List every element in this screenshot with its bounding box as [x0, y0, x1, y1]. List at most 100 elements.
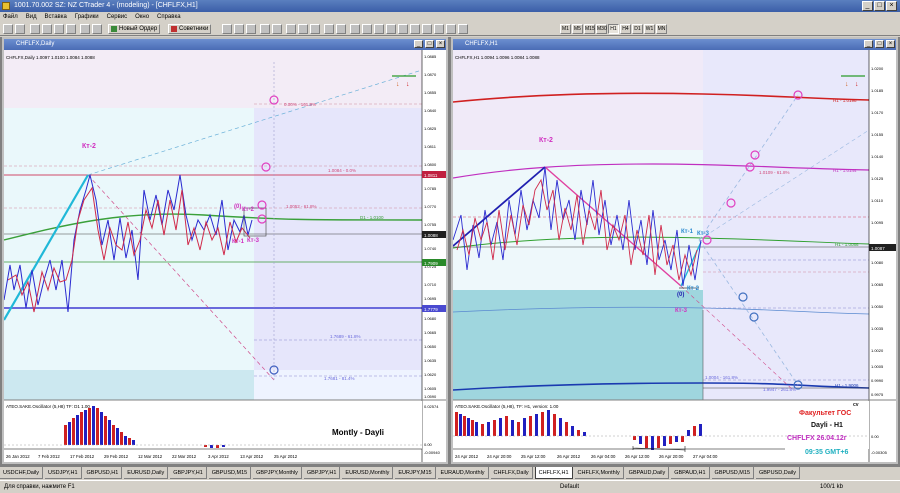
daily-chart-canvas[interactable]: Кт-2 (0) Кт-1 Кт-3 Кт-2 0.00% - 161.8% 1…: [3, 50, 446, 462]
tf-m15-button[interactable]: M15: [584, 24, 595, 34]
symbol-tab[interactable]: USDCHF,Daily: [0, 467, 44, 479]
symbol-tab[interactable]: CHFLFX,Monthly: [574, 467, 624, 479]
status-bar: Для справки, нажмите F1 Default 100/1 kb: [0, 480, 900, 493]
symbol-tab[interactable]: GBPUSD,H1: [83, 467, 123, 479]
chart-minimize-button[interactable]: _: [414, 40, 423, 48]
candles-icon[interactable]: [234, 24, 244, 34]
chart-window-daily[interactable]: CHFLFX,Daily _ □ × Кт-2 (0) Кт-1 Кт-3 Кт…: [2, 37, 448, 464]
chart-close-button[interactable]: ×: [886, 40, 895, 48]
symbol-tab[interactable]: EURJPY,M15: [395, 467, 436, 479]
tile-icon[interactable]: [286, 24, 296, 34]
templates-icon[interactable]: [336, 24, 346, 34]
chart-window-titlebar[interactable]: CHFLFX,H1 _ □ ×: [453, 39, 896, 50]
tester-icon[interactable]: [80, 24, 90, 34]
chart-maximize-button[interactable]: □: [425, 40, 434, 48]
tf-h4-button[interactable]: H4: [620, 24, 631, 34]
chart-caption: Montly - Dayli: [332, 428, 384, 437]
menu-view[interactable]: Вид: [23, 12, 40, 22]
chart-header: CHFLFX,Daily 1.0097 1.0100 1.0084 1.0088: [6, 55, 95, 60]
vline-icon[interactable]: [374, 24, 384, 34]
svg-text:1.0665: 1.0665: [424, 330, 437, 335]
indicators-icon[interactable]: [310, 24, 320, 34]
symbol-tab[interactable]: GBPUSD,M15: [711, 467, 755, 479]
chart-window-title: CHFLFX,H1: [465, 41, 498, 47]
tf-d1-button[interactable]: D1: [632, 24, 643, 34]
trendline-icon[interactable]: [398, 24, 408, 34]
hline-icon[interactable]: [386, 24, 396, 34]
menu-charts[interactable]: Графики: [72, 12, 102, 22]
tf-h1-button[interactable]: H1: [608, 24, 619, 34]
h1-chart-canvas[interactable]: Кт-2 Кт-1 Кт-3 (0) Кт-2 Кт-3 H1 - 1.0198…: [452, 50, 896, 462]
navigator-icon[interactable]: [54, 24, 64, 34]
symbol-tab[interactable]: GBPUSD,M15: [208, 467, 252, 479]
down-arrow-icon: ↓: [396, 81, 400, 88]
chart-window-titlebar[interactable]: CHFLFX,Daily _ □ ×: [4, 39, 446, 50]
symbol-tab[interactable]: GBPJPY,H1: [170, 467, 207, 479]
terminal-icon[interactable]: [66, 24, 76, 34]
symbol-tab[interactable]: GBPUSD,Daily: [755, 467, 800, 479]
chart-maximize-button[interactable]: □: [875, 40, 884, 48]
svg-text:1.0825: 1.0825: [424, 126, 437, 131]
caption-time: 09:35 GMT+6: [805, 449, 848, 456]
new-order-button[interactable]: Новый Ордер: [108, 24, 161, 34]
periods-icon[interactable]: [324, 24, 334, 34]
profiles-icon[interactable]: [15, 24, 25, 34]
text-icon[interactable]: [434, 24, 444, 34]
level-label: 1.0004 - 161.8%: [705, 375, 738, 380]
channel-icon[interactable]: [410, 24, 420, 34]
new-chart-icon[interactable]: [3, 24, 13, 34]
chart-close-button[interactable]: ×: [436, 40, 445, 48]
arrows-icon[interactable]: [458, 24, 468, 34]
wave-label-kt2b: Кт-2: [687, 286, 700, 292]
minimize-button[interactable]: _: [862, 1, 873, 11]
symbol-tab[interactable]: USDJPY,H1: [45, 467, 82, 479]
mdi-workspace: CHFLFX,Daily _ □ × Кт-2 (0) Кт-1 Кт-3 Кт…: [0, 37, 900, 466]
chart-minimize-button[interactable]: _: [864, 40, 873, 48]
level-label: 1.7689 - 61.8%: [330, 334, 361, 339]
window-titlebar: 1001.70.002 SZ: NZ CTrader 4 - (modeling…: [0, 0, 900, 12]
status-traffic: 100/1 kb: [820, 484, 844, 490]
chart-window-h1[interactable]: CHFLFX,H1 _ □ × Кт-2 Кт-1 Кт-3 (0) Кт-2 …: [451, 37, 898, 464]
line-chart-icon[interactable]: [246, 24, 256, 34]
autoscroll-icon[interactable]: [298, 24, 308, 34]
data-window-icon[interactable]: [42, 24, 52, 34]
symbol-tab-active[interactable]: CHFLFX,H1: [534, 467, 573, 479]
menu-help[interactable]: Справка: [154, 12, 184, 22]
symbol-tab[interactable]: EURAUD,Monthly: [437, 467, 489, 479]
tf-mn-button[interactable]: MN: [656, 24, 667, 34]
symbol-tab[interactable]: GBPAUD,H1: [671, 467, 710, 479]
tf-m5-button[interactable]: M5: [572, 24, 583, 34]
label-icon[interactable]: [446, 24, 456, 34]
fibo-icon[interactable]: [422, 24, 432, 34]
svg-text:26 Jan 2012: 26 Jan 2012: [6, 454, 30, 459]
symbol-tab[interactable]: GBPJPY,H1: [303, 467, 341, 479]
menu-window[interactable]: Окно: [132, 12, 152, 22]
status-profile: Default: [560, 484, 580, 490]
down-arrow-icon: ↓: [406, 81, 410, 88]
tf-w1-button[interactable]: W1: [644, 24, 655, 34]
menu-tools[interactable]: Сервис: [104, 12, 131, 22]
price-tag-label: 1.0088: [424, 233, 438, 238]
level-label: D1 - 1.0100: [360, 215, 384, 220]
tf-m30-button[interactable]: M30: [596, 24, 607, 34]
symbol-tab[interactable]: GBPAUD,Daily: [625, 467, 670, 479]
advisors-button[interactable]: Советники: [168, 24, 212, 34]
symbol-tab[interactable]: GBPJPY,Monthly: [253, 467, 302, 479]
maximize-button[interactable]: □: [874, 1, 885, 11]
symbol-tab[interactable]: CHFLFX,Daily: [490, 467, 533, 479]
market-watch-icon[interactable]: [30, 24, 40, 34]
close-button[interactable]: ×: [886, 1, 897, 11]
symbol-tab[interactable]: EURUSD,Monthly: [342, 467, 394, 479]
tf-m1-button[interactable]: M1: [560, 24, 571, 34]
zoom-out-icon[interactable]: [272, 24, 282, 34]
menu-insert[interactable]: Вставка: [42, 12, 70, 22]
cursor-icon[interactable]: [350, 24, 360, 34]
crosshair-icon[interactable]: [362, 24, 372, 34]
chart-shift-icon[interactable]: [92, 24, 102, 34]
main-toolbar: Новый Ордер Советники M1 M5 M15 M30 H1 H…: [0, 22, 900, 36]
bar-chart-icon[interactable]: [222, 24, 232, 34]
caption-faculty: Факультет ГОС: [799, 410, 851, 417]
zoom-in-icon[interactable]: [260, 24, 270, 34]
menu-file[interactable]: Файл: [0, 12, 21, 22]
symbol-tab[interactable]: EURUSD,Daily: [124, 467, 169, 479]
